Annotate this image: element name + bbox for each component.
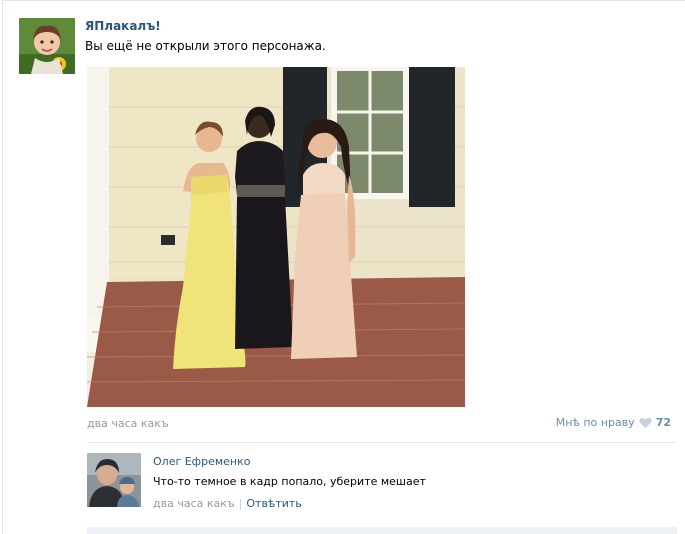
like-button[interactable]: Мнѣ по нраву 72 (556, 416, 671, 429)
like-label: Мнѣ по нраву (555, 416, 635, 429)
post-time[interactable]: два часа какъ (87, 417, 169, 430)
comment-meta: два часа какъ | Отвѣтить (153, 497, 302, 510)
post-photo[interactable] (87, 67, 465, 407)
like-count: 72 (655, 416, 671, 429)
comment-text: Что-то темное в кадр попало, уберите меш… (153, 475, 426, 488)
author-avatar[interactable] (19, 18, 75, 74)
post-author[interactable]: ЯПлакалъ! (85, 19, 161, 33)
reply-box[interactable] (87, 527, 677, 534)
post-card: ЯПлакалъ! Вы ещё не открыли этого персон… (2, 0, 685, 534)
comment-time[interactable]: два часа какъ (153, 497, 235, 510)
comment-separator: | (238, 497, 243, 510)
heart-icon (639, 417, 652, 428)
comment-author[interactable]: Олег Ефременко (153, 455, 250, 468)
comments-divider (87, 442, 677, 443)
comment-avatar[interactable] (87, 453, 141, 507)
post-text: Вы ещё не открыли этого персонажа. (85, 39, 326, 53)
reply-link[interactable]: Отвѣтить (246, 497, 301, 510)
